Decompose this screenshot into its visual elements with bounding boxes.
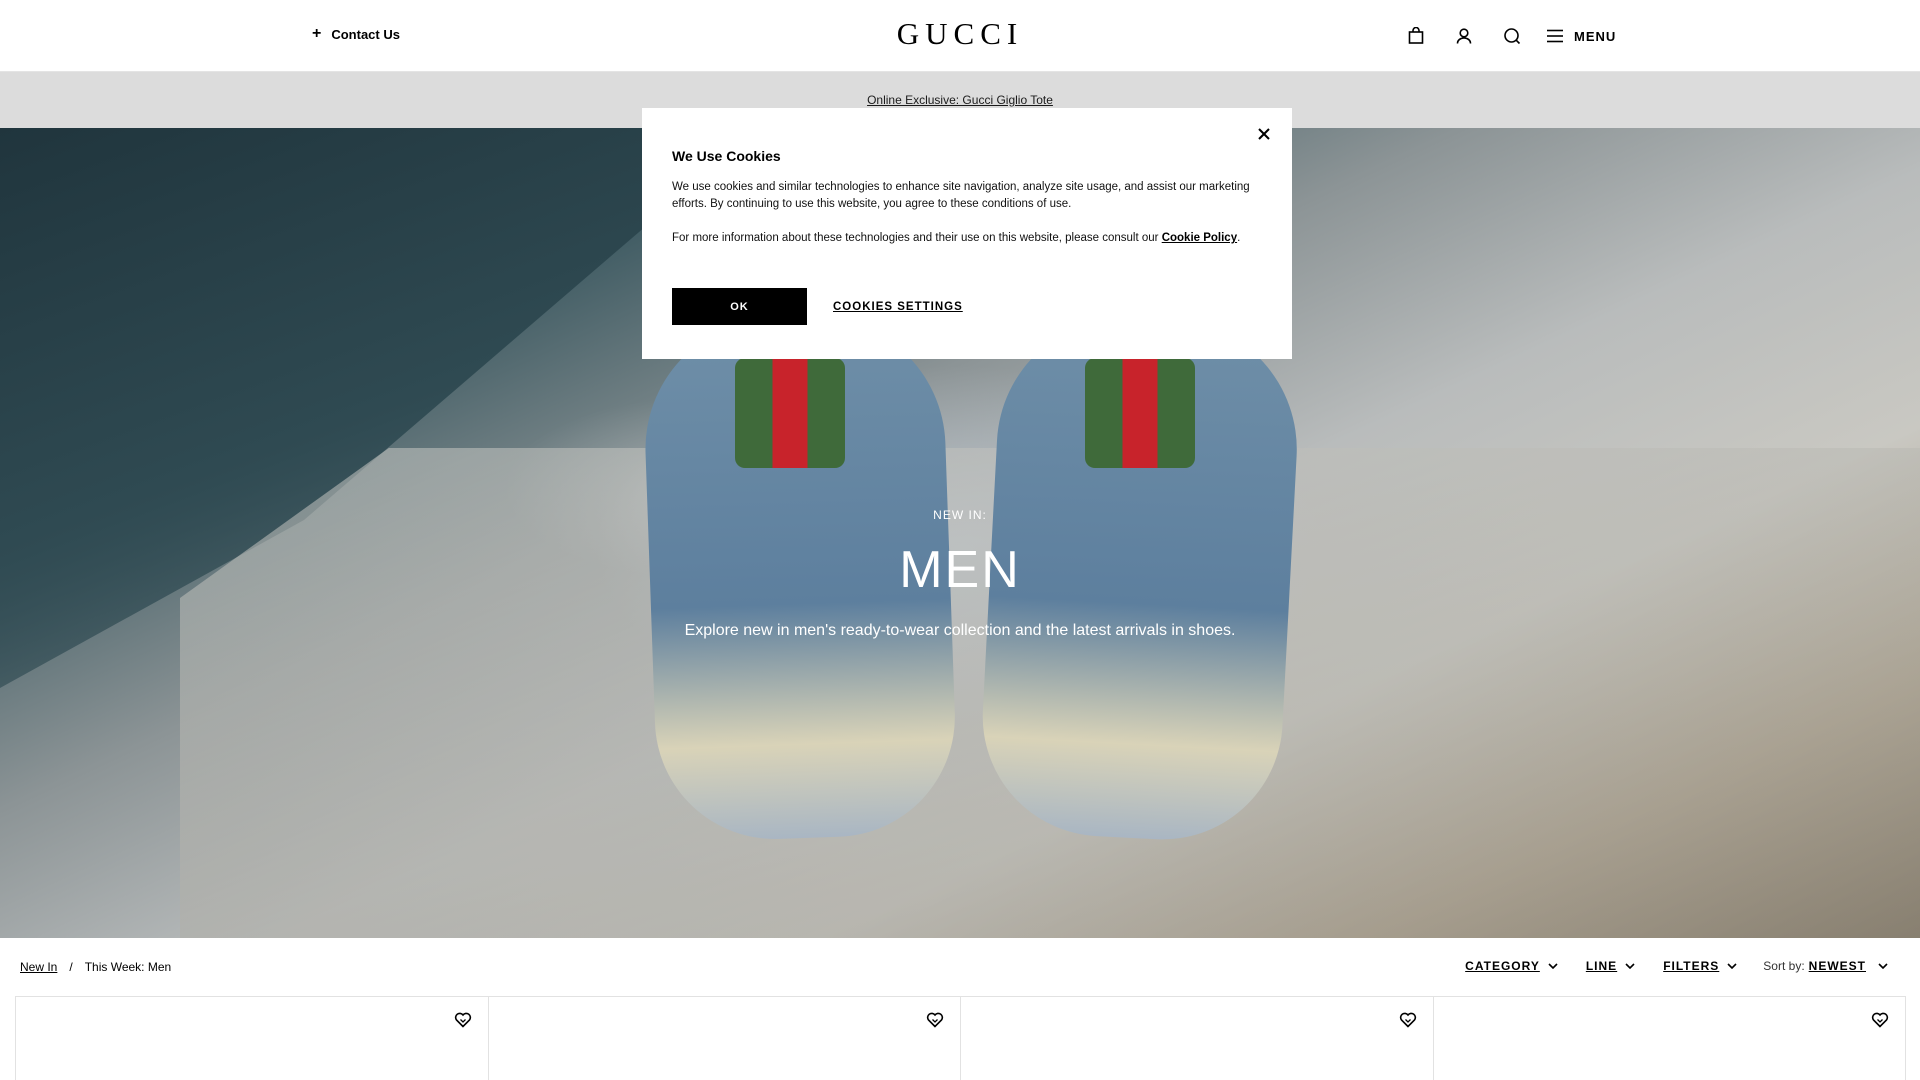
chevron-down-icon — [1625, 963, 1635, 969]
cookie-policy-link[interactable]: Cookie Policy — [1162, 232, 1237, 244]
site-header: + Contact Us GUCCI MENU — [0, 0, 1920, 72]
filter-controls: CATEGORY LINE FILTERS Sort by: NEWEST — [1437, 959, 1888, 973]
line-filter-label: LINE — [1585, 959, 1618, 973]
category-filter-label: CATEGORY — [1465, 959, 1540, 973]
search-icon[interactable] — [1498, 22, 1526, 50]
product-card[interactable] — [487, 996, 961, 1080]
listing-toolbar: New In / This Week: Men CATEGORY LINE FI… — [0, 938, 1920, 996]
menu-button[interactable]: MENU — [1546, 29, 1616, 44]
sort-by-control[interactable]: Sort by: NEWEST — [1763, 959, 1888, 973]
cookie-consent-dialog: We Use Cookies We use cookies and simila… — [642, 108, 1292, 359]
breadcrumb: New In / This Week: Men — [20, 960, 171, 974]
shopping-bag-icon[interactable] — [1402, 22, 1430, 50]
gucci-logo[interactable]: GUCCI — [880, 16, 1040, 52]
breadcrumb-separator: / — [69, 960, 73, 974]
heart-icon[interactable] — [1871, 1011, 1889, 1029]
cookies-settings-link[interactable]: COOKIES SETTINGS — [833, 301, 963, 313]
product-grid — [15, 996, 1906, 1080]
cookie-paragraph-2: For more information about these technol… — [672, 230, 1262, 247]
sneaker-web-stripe-right — [1085, 358, 1195, 468]
filters-filter-label: FILTERS — [1663, 959, 1720, 973]
breadcrumb-current: This Week: Men — [84, 960, 172, 974]
heart-icon[interactable] — [926, 1011, 944, 1029]
heart-icon[interactable] — [454, 1011, 472, 1029]
product-card[interactable] — [1432, 996, 1906, 1080]
cookie-paragraph-2-end: . — [1237, 232, 1241, 244]
line-filter[interactable]: LINE — [1586, 959, 1635, 973]
menu-label: MENU — [1574, 28, 1617, 44]
chevron-down-icon — [1878, 963, 1888, 969]
hero-kicker: NEW IN: — [933, 508, 987, 522]
user-icon[interactable] — [1450, 22, 1478, 50]
cookie-paragraph-1: We use cookies and similar technologies … — [672, 181, 1250, 210]
chevron-down-icon — [1548, 963, 1558, 969]
promo-link[interactable]: Online Exclusive: Gucci Giglio Tote — [867, 93, 1053, 107]
sneaker-web-stripe-left — [735, 358, 845, 468]
contact-us-label: Contact Us — [331, 26, 400, 42]
hero-title: MEN — [899, 541, 1021, 599]
contact-us-link[interactable]: + Contact Us — [312, 26, 400, 42]
plus-icon: + — [312, 25, 322, 42]
breadcrumb-new-in[interactable]: New In — [20, 960, 57, 974]
sort-by-label: Sort by: — [1763, 959, 1805, 973]
sort-by-value: NEWEST — [1808, 959, 1866, 973]
filters-filter[interactable]: FILTERS — [1663, 959, 1737, 973]
cookie-paragraph-2-text: For more information about these technol… — [672, 232, 1159, 244]
hero-subtitle: Explore new in men's ready-to-wear colle… — [684, 622, 1236, 639]
heart-icon[interactable] — [1399, 1011, 1417, 1029]
category-filter[interactable]: CATEGORY — [1465, 959, 1558, 973]
cookie-title: We Use Cookies — [672, 148, 781, 164]
product-card[interactable] — [960, 996, 1434, 1080]
chevron-down-icon — [1727, 963, 1737, 969]
cookie-ok-button[interactable]: OK — [672, 288, 807, 325]
hero-text: NEW IN: MEN Explore new in men's ready-t… — [560, 508, 1360, 640]
close-icon[interactable] — [1252, 122, 1276, 146]
header-actions: MENU — [1402, 22, 1616, 50]
hamburger-icon — [1547, 29, 1563, 43]
product-card[interactable] — [15, 996, 489, 1080]
cookie-actions: OK COOKIES SETTINGS — [672, 288, 963, 325]
